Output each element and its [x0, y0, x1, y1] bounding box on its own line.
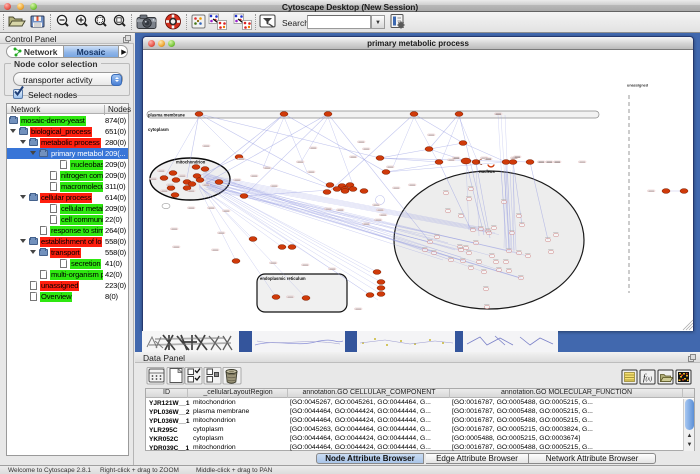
svg-text:mitochondrion: mitochondrion — [176, 160, 206, 165]
svg-text:endoplasmic reticulum: endoplasmic reticulum — [260, 276, 306, 281]
svg-text:plasma membrane: plasma membrane — [148, 113, 185, 118]
svg-text:unassigned: unassigned — [627, 84, 649, 88]
svg-text:cytoplasm: cytoplasm — [148, 127, 169, 132]
svg-text:nucleus: nucleus — [479, 169, 495, 174]
